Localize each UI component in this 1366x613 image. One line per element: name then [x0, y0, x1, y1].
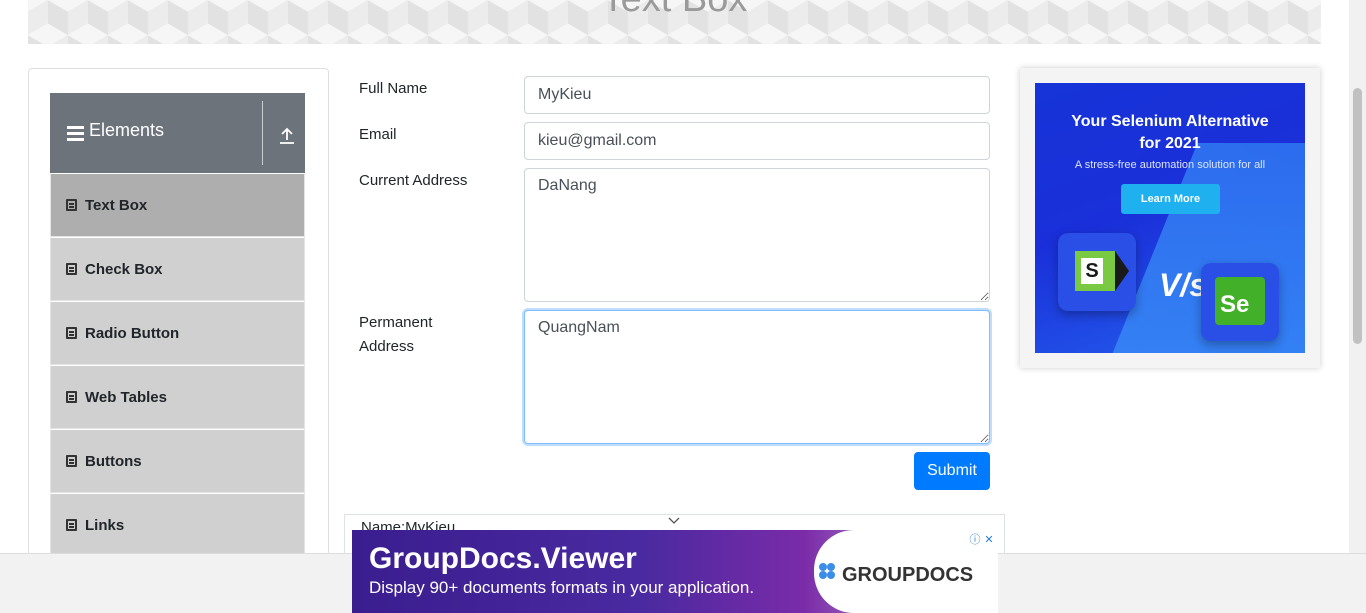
sidebar-item-label: Text Box	[85, 196, 148, 214]
sidebar-item-links[interactable]: Links	[50, 493, 305, 557]
sidebar-item-buttons[interactable]: Buttons	[50, 429, 305, 493]
versus-text: V/s	[1159, 267, 1208, 303]
full-name-input[interactable]	[524, 76, 990, 114]
ad-close-icon[interactable]: ✕	[982, 533, 996, 546]
current-address-textarea[interactable]: DaNang	[524, 168, 990, 302]
scrollbar-thumb[interactable]	[1353, 88, 1362, 344]
sidebar-item-label: Radio Button	[85, 324, 180, 342]
ad-headline-line1: Your Selenium Alternative	[1071, 113, 1269, 130]
sahi-logo-icon: S	[1058, 233, 1136, 311]
email-input[interactable]	[524, 122, 990, 160]
document-icon	[66, 199, 77, 211]
page-title: Text Box	[28, 0, 1321, 21]
learn-more-button[interactable]: Learn More	[1121, 184, 1220, 214]
email-label: Email	[359, 126, 397, 143]
current-address-label: Current Address	[359, 172, 468, 189]
document-icon	[66, 391, 77, 403]
sidebar-item-radio-button[interactable]: Radio Button	[50, 301, 305, 365]
submit-button[interactable]: Submit	[914, 452, 990, 490]
side-ad-banner[interactable]: Your Selenium Alternative for 2021 A str…	[1035, 83, 1305, 353]
selenium-logo-icon: Se	[1201, 263, 1279, 341]
selenium-logo-text: Se	[1215, 277, 1265, 325]
permanent-address-label-line2: Address	[359, 338, 415, 355]
side-ad[interactable]: Your Selenium Alternative for 2021 A str…	[1020, 68, 1320, 368]
sidebar-item-web-tables[interactable]: Web Tables	[50, 365, 305, 429]
full-name-label: Full Name	[359, 80, 428, 97]
groupdocs-logo-icon	[819, 563, 835, 579]
permanent-address-textarea[interactable]: QuangNam	[524, 310, 990, 444]
sidebar-item-label: Check Box	[85, 260, 163, 278]
hamburger-icon	[67, 125, 84, 141]
sidebar-item-label: Web Tables	[85, 388, 167, 406]
bottom-ad-banner[interactable]: GroupDocs.Viewer Display 90+ documents f…	[352, 530, 998, 613]
sahi-logo-letter: S	[1081, 258, 1103, 284]
brand-name: GROUPDOCS	[842, 564, 974, 586]
elements-group-header[interactable]: Elements	[50, 93, 305, 173]
document-icon	[66, 327, 77, 339]
sidebar-item-label: Links	[85, 516, 125, 534]
ad-subline: A stress-free automation solution for al…	[1074, 159, 1266, 171]
permanent-address-label-line1: Permanent	[359, 314, 433, 331]
sidebar-item-label: Buttons	[85, 452, 142, 470]
document-icon	[66, 263, 77, 275]
divider	[262, 101, 263, 165]
chevron-down-icon	[668, 517, 680, 524]
collapse-arrow-icon[interactable]	[279, 127, 295, 145]
ad-info-icon[interactable]: ⓘ	[968, 531, 982, 547]
ad-choices[interactable]: ⓘ ✕	[968, 531, 998, 547]
bottom-ad-title: GroupDocs.Viewer	[369, 542, 637, 575]
ad-headline: Your Selenium Alternative for 2021	[1035, 111, 1305, 155]
sidebar-menu: Text Box Check Box Radio Button Web Tabl…	[50, 173, 305, 557]
sidebar-item-check-box[interactable]: Check Box	[50, 237, 305, 301]
bottom-ad-subtitle: Display 90+ documents formats in your ap…	[369, 578, 755, 597]
group-title: Elements	[89, 119, 165, 140]
document-icon	[66, 519, 77, 531]
ad-headline-line2: for 2021	[1139, 135, 1201, 152]
scrollbar[interactable]	[1349, 0, 1366, 553]
page-header-banner: Text Box	[28, 0, 1321, 44]
permanent-address-label: Permanent Address	[359, 311, 432, 359]
sidebar-item-text-box[interactable]: Text Box	[50, 173, 305, 237]
document-icon	[66, 455, 77, 467]
